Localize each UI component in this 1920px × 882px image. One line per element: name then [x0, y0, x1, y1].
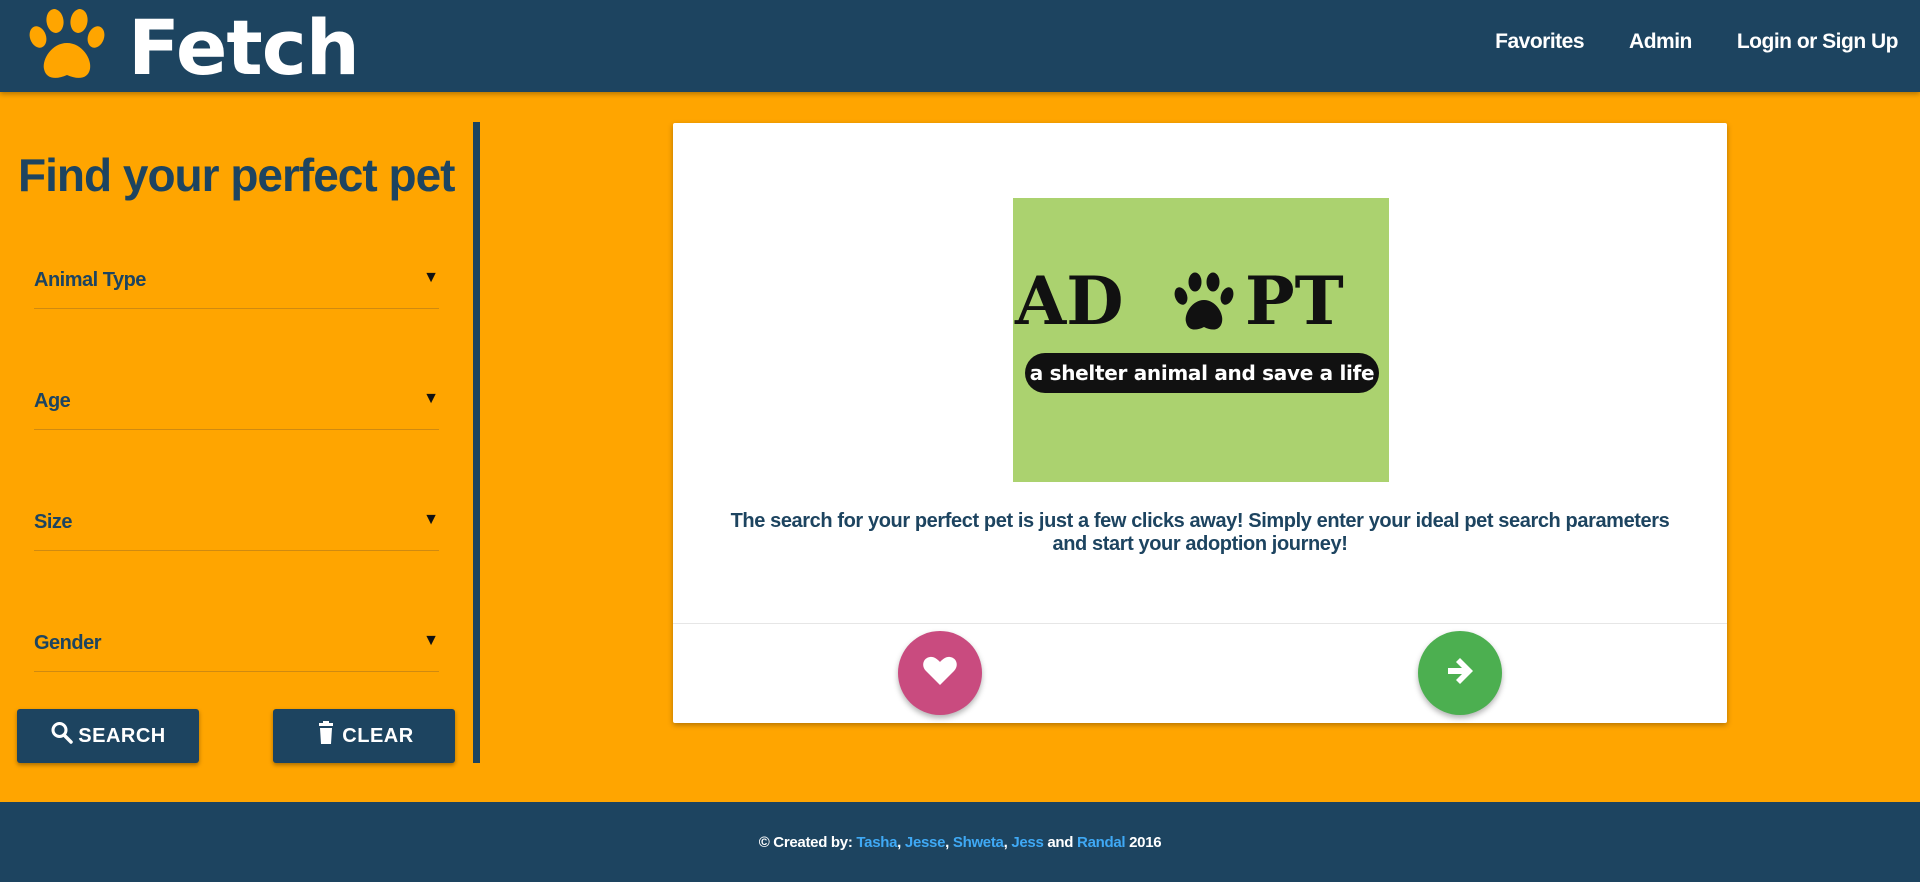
clear-button[interactable]: CLEAR [273, 709, 455, 763]
clear-button-label: CLEAR [342, 724, 414, 747]
arrow-right-icon [1440, 651, 1480, 696]
footer-link-shweta[interactable]: Shweta [953, 834, 1004, 851]
sidebar-title: Find your perfect pet [18, 149, 455, 201]
search-icon [50, 720, 74, 752]
size-label: Size [34, 511, 73, 533]
navbar: Fetch Favorites Admin Login or Sign Up [0, 0, 1920, 92]
intro-text: The search for your perfect pet is just … [730, 510, 1670, 555]
age-select[interactable]: Age ▼ [34, 390, 439, 430]
footer-link-jesse[interactable]: Jesse [905, 834, 946, 851]
footer-credits: © Created by: Tasha, Jesse, Shweta, Jess… [758, 833, 1162, 851]
caret-down-icon: ▼ [423, 390, 439, 407]
next-button[interactable] [1418, 631, 1502, 715]
gender-label: Gender [34, 632, 102, 654]
svg-text:PT: PT [1245, 266, 1344, 336]
nav-admin[interactable]: Admin [1629, 30, 1692, 54]
footer-and: and [1047, 833, 1074, 851]
footer-link-randal[interactable]: Randal [1077, 834, 1126, 851]
age-label: Age [34, 390, 71, 412]
adopt-image: AD PT a shelter animal and save a life [1013, 198, 1389, 482]
animal-type-label: Animal Type [34, 269, 146, 291]
trash-icon [314, 720, 338, 752]
footer-link-tasha[interactable]: Tasha [856, 834, 897, 851]
brand-name: Fetch [128, 3, 360, 92]
favorite-button[interactable] [898, 631, 982, 715]
footer-prefix: © Created by: [758, 833, 853, 851]
footer-year: 2016 [1129, 833, 1162, 851]
pet-card: AD PT a shelter animal and save a life T… [673, 123, 1727, 723]
brand-link[interactable]: Fetch [28, 3, 360, 92]
nav-favorites[interactable]: Favorites [1495, 30, 1584, 54]
animal-type-select[interactable]: Animal Type ▼ [34, 269, 439, 309]
nav-links: Favorites Admin Login or Sign Up [1495, 30, 1898, 54]
size-select[interactable]: Size ▼ [34, 511, 439, 551]
svg-text:AD: AD [1014, 266, 1123, 336]
heart-icon [920, 651, 960, 696]
footer: © Created by: Tasha, Jesse, Shweta, Jess… [0, 802, 1920, 882]
adopt-logo: AD PT [1014, 266, 1344, 336]
adopt-banner: a shelter animal and save a life [1025, 353, 1379, 393]
search-button-label: SEARCH [78, 724, 166, 747]
search-button[interactable]: SEARCH [17, 709, 199, 763]
paw-icon [28, 8, 106, 88]
card-divider [673, 623, 1727, 624]
caret-down-icon: ▼ [423, 511, 439, 528]
gender-select[interactable]: Gender ▼ [34, 632, 439, 672]
footer-link-jess[interactable]: Jess [1011, 834, 1043, 851]
caret-down-icon: ▼ [423, 632, 439, 649]
caret-down-icon: ▼ [423, 269, 439, 286]
sidebar-divider [473, 122, 480, 763]
nav-login-signup[interactable]: Login or Sign Up [1737, 30, 1899, 54]
